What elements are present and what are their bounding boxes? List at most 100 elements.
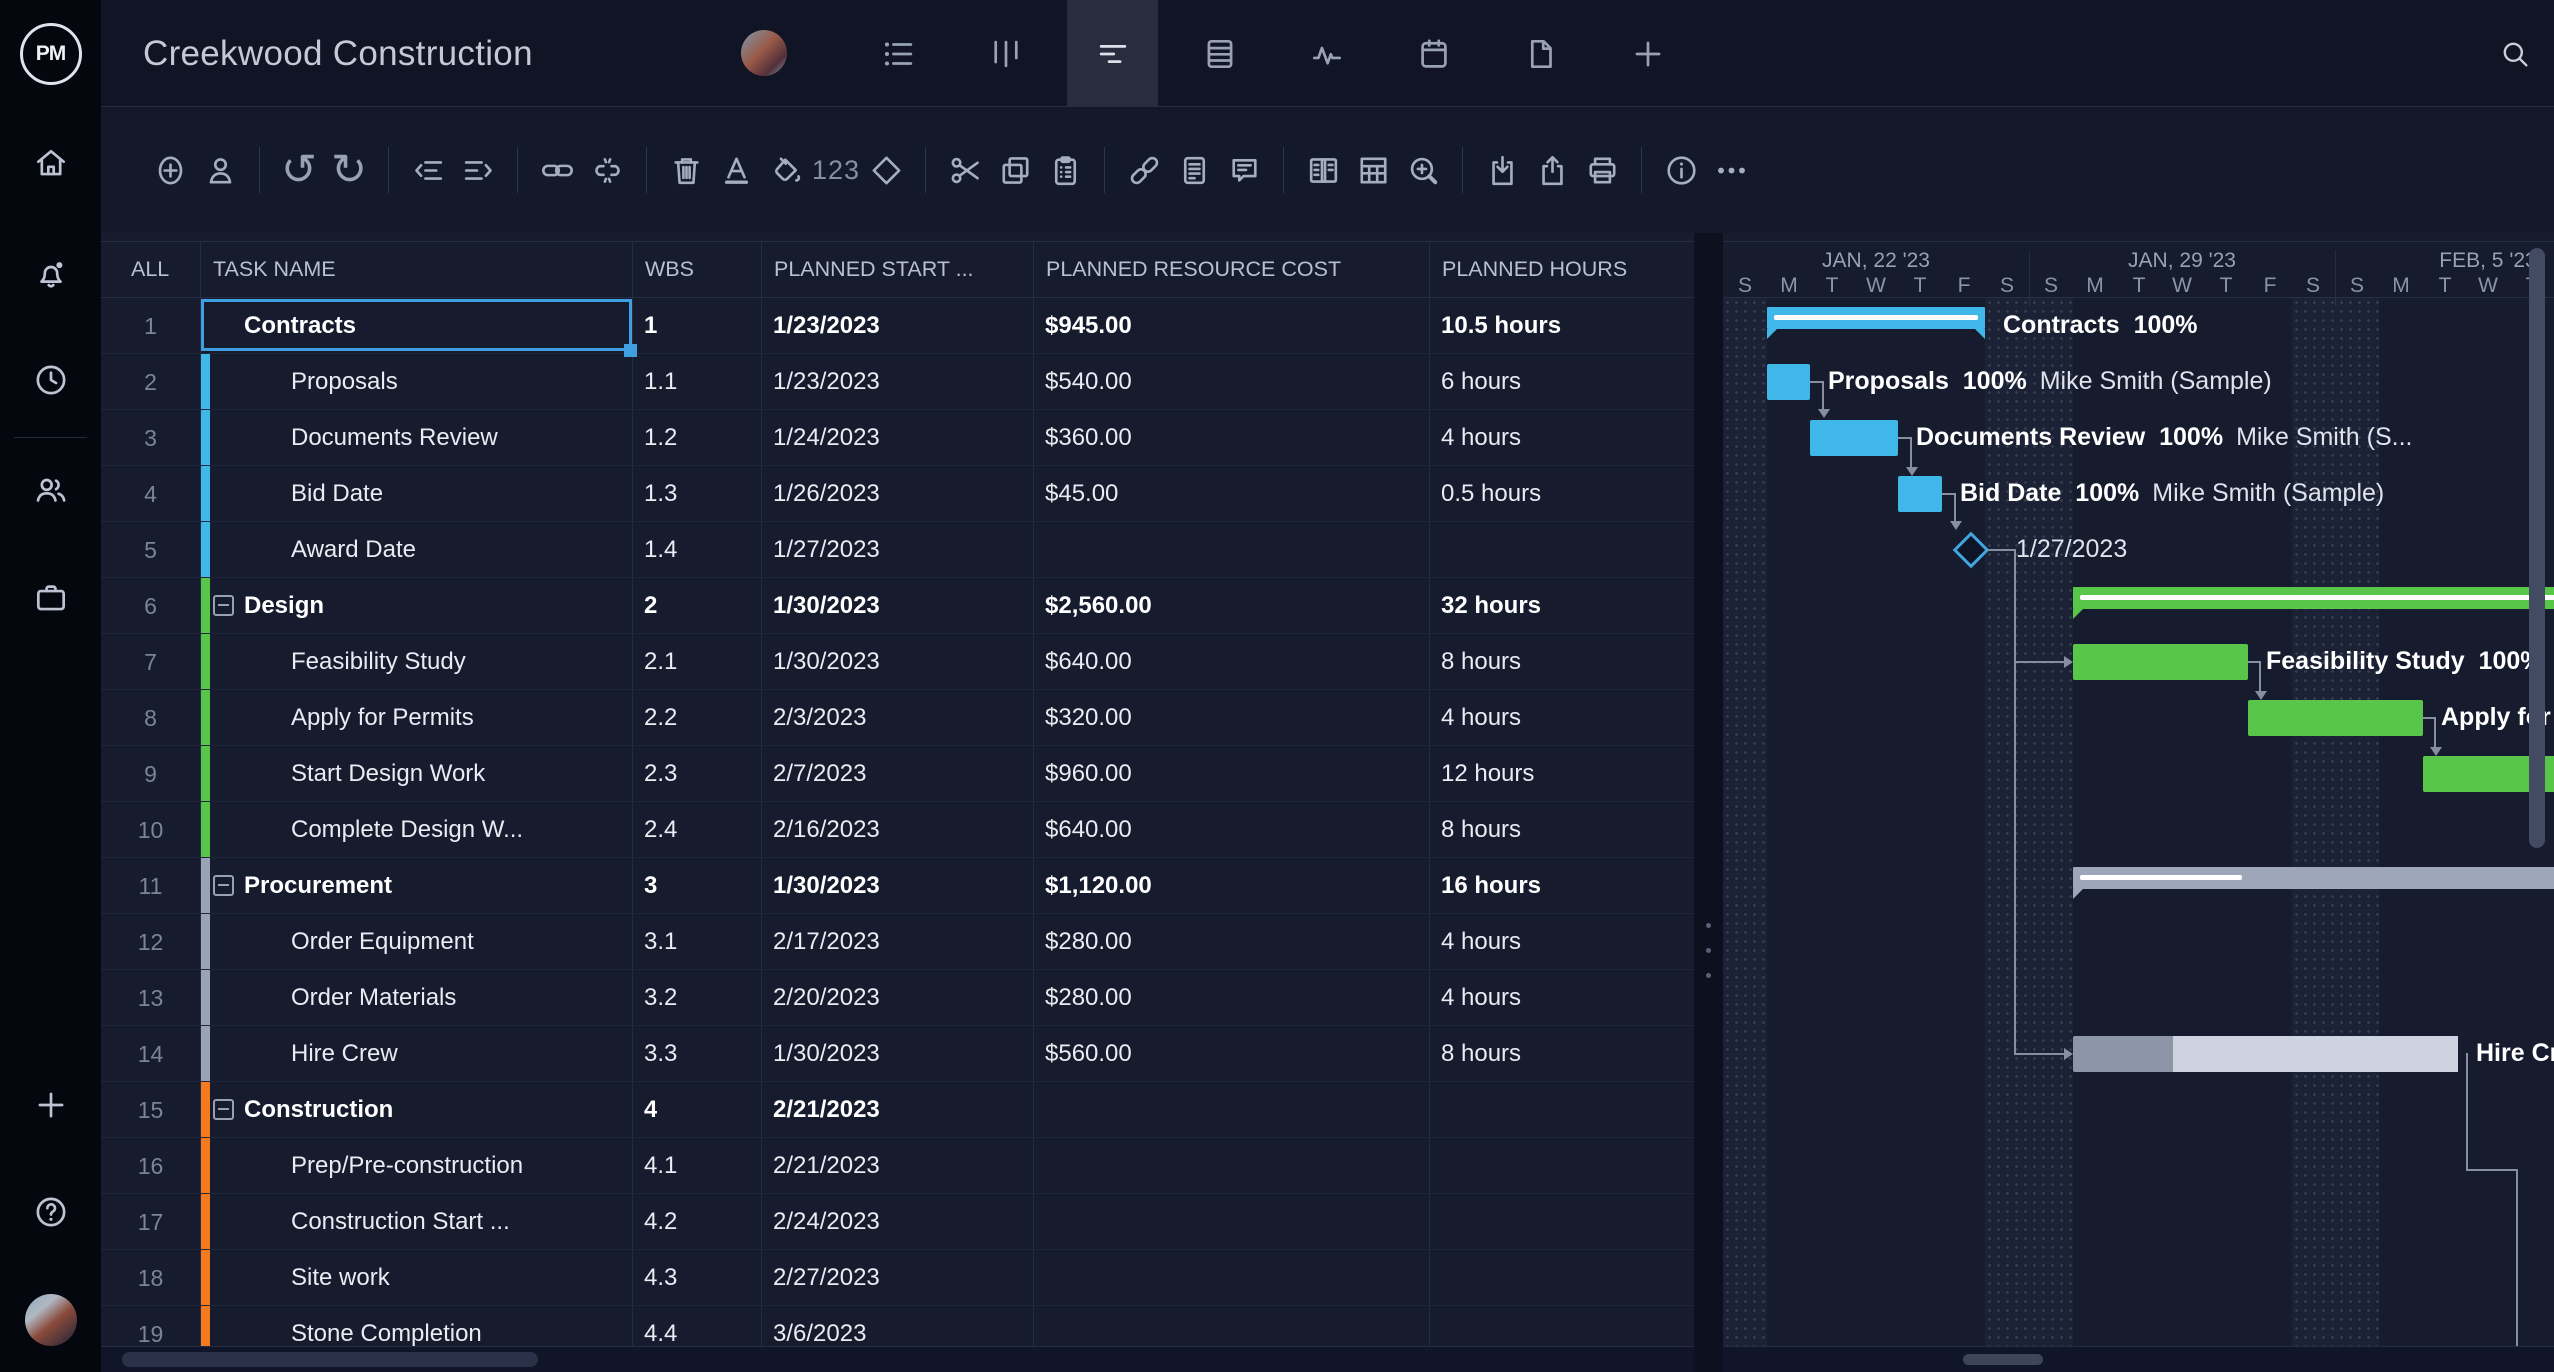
tab-calendar[interactable] [1388, 0, 1479, 107]
undo-button[interactable]: ↺ [274, 145, 324, 195]
table-row[interactable]: 1 Contracts 1 1/23/2023 $945.00 10.5 hours [101, 298, 1694, 357]
table-row[interactable]: 15 Construction 4 2/21/2023 [101, 1082, 1694, 1138]
grid-settings-button[interactable] [1348, 145, 1398, 195]
tab-workflow[interactable] [1281, 0, 1372, 107]
gantt-summary-bar[interactable] [1767, 307, 1985, 329]
gantt-task-bar[interactable] [1767, 364, 1810, 400]
attachment-button[interactable] [1119, 145, 1169, 195]
paste-button[interactable] [1040, 145, 1090, 195]
column-header-planned-resource-cost[interactable]: PLANNED RESOURCE COST [1033, 242, 1429, 297]
export-button[interactable] [1527, 145, 1577, 195]
table-row[interactable]: 3 Documents Review 1.2 1/24/2023 $360.00 4 ho… [101, 410, 1694, 466]
home-icon[interactable] [0, 140, 101, 186]
copy-button[interactable] [990, 145, 1040, 195]
delete-icon [673, 157, 699, 184]
table-row[interactable]: 11 Procurement 3 1/30/2023 $1,120.00 16 hours [101, 858, 1694, 914]
gantt-summary-bar[interactable] [2073, 867, 2554, 889]
table-row[interactable]: 7 Feasibility Study 2.1 1/30/2023 $640.00 8 h… [101, 634, 1694, 690]
gantt-task-bar[interactable] [2248, 700, 2423, 736]
workflow-icon [1312, 46, 1341, 65]
day-letter: T [1913, 274, 1927, 297]
table-row[interactable]: 6 Design 2 1/30/2023 $2,560.00 32 hours [101, 578, 1694, 634]
font-color-button[interactable] [711, 145, 761, 195]
print-button[interactable] [1577, 145, 1627, 195]
tab-files[interactable] [1495, 0, 1586, 107]
table-row[interactable]: 18 Site work 4.3 2/27/2023 [101, 1250, 1694, 1306]
timesheet-clock-icon[interactable] [0, 357, 101, 403]
user-avatar[interactable] [0, 1294, 101, 1346]
add-task-button[interactable] [145, 145, 195, 195]
sheet-icon [1207, 39, 1232, 68]
row-number: 17 [137, 1209, 164, 1235]
grid-hscroll-thumb[interactable] [122, 1352, 538, 1367]
portfolio-briefcase-icon[interactable] [0, 575, 101, 621]
table-row[interactable]: 9 Start Design Work 2.3 2/7/2023 $960.00 12 h… [101, 746, 1694, 802]
search-icon[interactable] [2477, 0, 2553, 107]
column-header-planned-hours[interactable]: PLANNED HOURS [1429, 242, 1694, 297]
pane-splitter[interactable] [1694, 233, 1723, 1372]
collapse-icon[interactable] [213, 1099, 234, 1120]
indent-button[interactable] [453, 145, 503, 195]
dependency-line [1822, 381, 1824, 409]
column-header-task-name[interactable]: TASK NAME [200, 242, 632, 297]
gantt-hscroll-thumb[interactable] [1963, 1354, 2043, 1365]
column-header-all[interactable]: ALL [101, 242, 200, 297]
tab-task-list[interactable] [853, 0, 944, 107]
tab-sheet[interactable] [1174, 0, 1265, 107]
table-row[interactable]: 8 Apply for Permits 2.2 2/3/2023 $320.00 4 ho… [101, 690, 1694, 746]
table-row[interactable]: 5 Award Date 1.4 1/27/2023 [101, 522, 1694, 578]
delete-button[interactable] [661, 145, 711, 195]
cut-button[interactable] [940, 145, 990, 195]
gantt-task-bar[interactable] [2073, 1036, 2458, 1072]
table-row[interactable]: 14 Hire Crew 3.3 1/30/2023 $560.00 8 hours [101, 1026, 1694, 1082]
table-row[interactable]: 13 Order Materials 3.2 2/20/2023 $280.00 4 ho… [101, 970, 1694, 1026]
gantt-task-bar[interactable] [1898, 476, 1942, 512]
gantt-vertical-scrollbar[interactable] [2529, 248, 2545, 848]
tab-add-view[interactable] [1602, 0, 1693, 107]
gantt-task-bar[interactable] [2073, 644, 2248, 680]
table-row[interactable]: 4 Bid Date 1.3 1/26/2023 $45.00 0.5 hours [101, 466, 1694, 522]
table-row[interactable]: 2 Proposals 1.1 1/23/2023 $540.00 6 hours [101, 354, 1694, 410]
link-tasks-button[interactable] [532, 145, 582, 195]
split-view-button[interactable] [1298, 145, 1348, 195]
pm-logo[interactable]: PM [0, 23, 101, 85]
task-name: Complete Design W... [291, 816, 524, 843]
table-row[interactable]: 12 Order Equipment 3.1 2/17/2023 $280.00 4 ho… [101, 914, 1694, 970]
project-title[interactable]: Creekwood Construction [143, 0, 533, 107]
add-plus-icon[interactable] [0, 1082, 101, 1128]
wbs-value: 1.4 [644, 536, 678, 563]
milestone-diamond[interactable] [1952, 531, 1990, 569]
tab-board[interactable] [960, 0, 1051, 107]
redo-button[interactable]: ↻ [324, 145, 374, 195]
gantt-task-bar[interactable] [1810, 420, 1898, 456]
table-row[interactable]: 16 Prep/Pre-construction 4.1 2/21/2023 [101, 1138, 1694, 1194]
table-row[interactable]: 19 Stone Completion 4.4 3/6/2023 [101, 1306, 1694, 1346]
notifications-bell-icon[interactable] [0, 251, 101, 297]
table-row[interactable]: 10 Complete Design W... 2.4 2/16/2023 $640.0… [101, 802, 1694, 858]
project-owner-avatar[interactable] [741, 30, 787, 76]
collapse-icon[interactable] [213, 875, 234, 896]
number-format-button[interactable]: 123 [811, 145, 861, 195]
tab-gantt[interactable] [1067, 0, 1158, 107]
column-header-wbs[interactable]: WBS [632, 242, 761, 297]
dependency-arrow [2255, 691, 2267, 700]
briefcase-icon [36, 585, 65, 611]
more-button[interactable] [1706, 145, 1756, 195]
column-header-planned-start[interactable]: PLANNED START ... [761, 242, 1033, 297]
comment-button[interactable] [1219, 145, 1269, 195]
import-button[interactable] [1477, 145, 1527, 195]
day-letter: M [2392, 274, 2410, 297]
outdent-button[interactable] [403, 145, 453, 195]
assign-user-button[interactable] [195, 145, 245, 195]
info-button[interactable] [1656, 145, 1706, 195]
collapse-icon[interactable] [213, 595, 234, 616]
zoom-in-button[interactable] [1398, 145, 1448, 195]
team-icon[interactable] [0, 467, 101, 513]
notes-button[interactable] [1169, 145, 1219, 195]
fill-color-button[interactable] [761, 145, 811, 195]
milestone-button[interactable] [861, 145, 911, 195]
gantt-summary-bar[interactable] [2073, 587, 2554, 609]
help-icon[interactable] [0, 1189, 101, 1235]
unlink-tasks-button[interactable] [582, 145, 632, 195]
table-row[interactable]: 17 Construction Start ... 4.2 2/24/2023 [101, 1194, 1694, 1250]
